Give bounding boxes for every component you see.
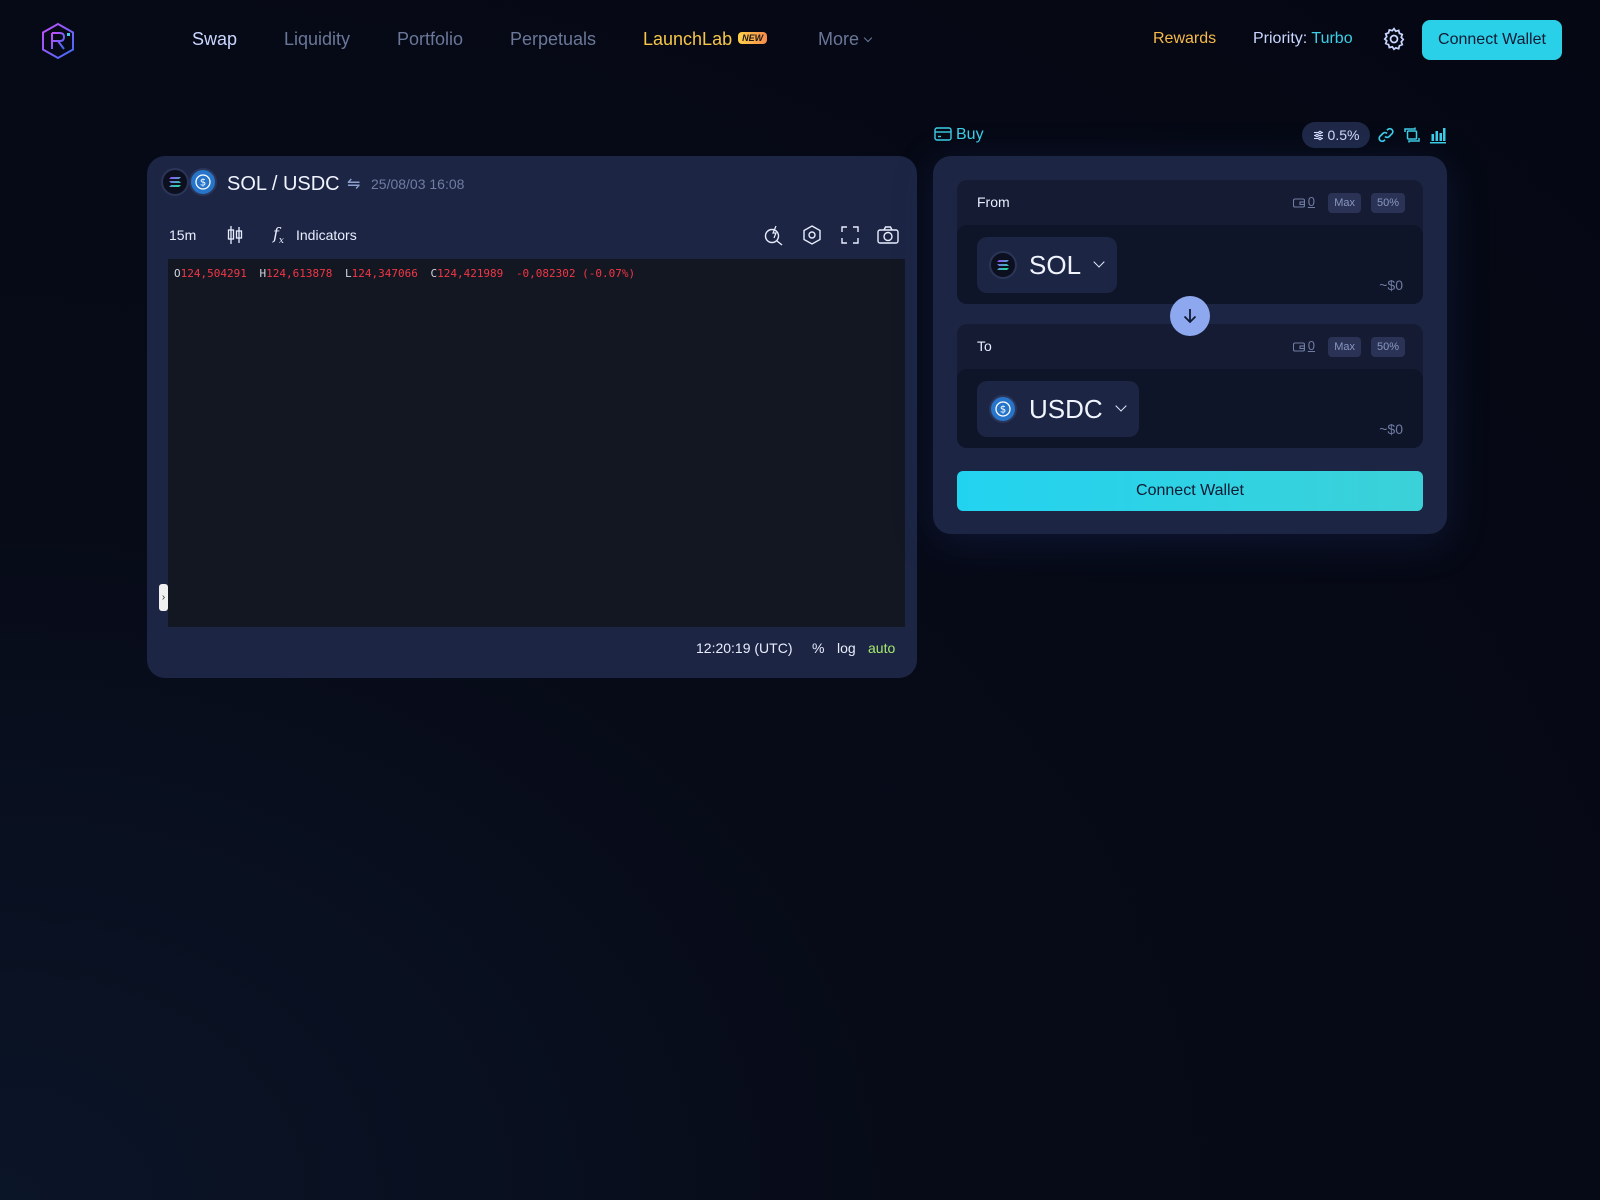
from-input-area[interactable]: SOL ~$0	[957, 225, 1423, 304]
ohlc-open-label: O	[174, 267, 181, 280]
priority-label: Priority:	[1253, 30, 1308, 47]
utc-clock[interactable]: 12:20:19 (UTC)	[696, 640, 792, 656]
arrow-down-icon	[1183, 309, 1197, 324]
interval-selector[interactable]: 15m	[169, 227, 196, 243]
svg-text:$: $	[200, 178, 206, 189]
to-token-box: To 0 Max 50% $ USDC ~$0	[957, 324, 1423, 448]
wallet-icon	[1292, 198, 1305, 208]
from-token-name: SOL	[1029, 249, 1082, 280]
ohlc-change: -0,082302 (-0.07%)	[515, 267, 636, 280]
fullscreen-icon[interactable]	[839, 224, 861, 246]
to-max-button[interactable]: Max	[1328, 337, 1361, 357]
to-token-selector[interactable]: $ USDC	[977, 381, 1139, 437]
sol-token-icon	[161, 168, 189, 196]
to-half-button[interactable]: 50%	[1370, 337, 1405, 357]
chevron-down-icon	[1115, 400, 1127, 412]
fx-icon[interactable]: fx	[273, 224, 284, 246]
swap-pair-icon[interactable]: ⇋	[347, 174, 360, 194]
percent-scale-toggle[interactable]: %	[812, 640, 824, 656]
indicators-button[interactable]: Indicators	[296, 227, 357, 243]
priority-value: Turbo	[1311, 30, 1353, 47]
zoom-icon[interactable]	[763, 224, 785, 246]
bar-chart-icon[interactable]	[1429, 126, 1447, 144]
camera-icon[interactable]	[876, 224, 900, 246]
chevron-down-icon	[1093, 256, 1105, 268]
card-icon	[934, 127, 952, 141]
sliders-icon	[1313, 130, 1323, 141]
to-label: To	[977, 338, 992, 354]
to-input-area[interactable]: $ USDC ~$0	[957, 369, 1423, 448]
chevron-down-icon	[863, 33, 873, 43]
to-token-name: USDC	[1029, 393, 1103, 424]
to-usd-value: ~$0	[1379, 421, 1403, 437]
new-badge: NEW	[738, 32, 768, 45]
connect-wallet-button-top[interactable]: Connect Wallet	[1422, 20, 1562, 60]
ohlc-low-label: L	[344, 267, 352, 280]
ohlc-low: 124,347066	[351, 267, 418, 280]
to-balance-value: 0	[1307, 338, 1315, 353]
usdc-token-icon: $	[989, 395, 1017, 423]
hexagon-settings-icon[interactable]	[801, 224, 823, 246]
nav-launchlab-label: LaunchLab	[643, 29, 733, 49]
ohlc-open: 124,504291	[180, 267, 247, 280]
pair-datetime: 25/08/03 16:08	[371, 176, 465, 192]
nav-swap[interactable]: Swap	[192, 29, 237, 50]
from-balance[interactable]: 0	[1292, 194, 1315, 209]
swap-panel: From 0 Max 50% SOL ~$0 To 0 Max 50% $ US…	[933, 156, 1447, 534]
connect-wallet-button-main[interactable]: Connect Wallet	[957, 471, 1423, 511]
candlestick-icon[interactable]	[226, 224, 244, 246]
log-scale-toggle[interactable]: log	[837, 640, 856, 656]
nav-perpetuals[interactable]: Perpetuals	[510, 29, 596, 50]
pair-title: SOL / USDC	[227, 173, 340, 195]
priority-selector[interactable]: Priority: Turbo	[1253, 30, 1353, 48]
from-token-box: From 0 Max 50% SOL ~$0	[957, 180, 1423, 304]
from-half-button[interactable]: 50%	[1370, 193, 1405, 213]
from-token-selector[interactable]: SOL	[977, 237, 1118, 293]
buy-link[interactable]: Buy	[934, 126, 984, 144]
from-usd-value: ~$0	[1379, 277, 1403, 293]
ohlc-legend: O124,504291 H124,613878 L124,347066 C124…	[174, 267, 635, 280]
ohlc-close: 124,421989	[437, 267, 504, 280]
wallet-icon	[1292, 342, 1305, 352]
buy-label: Buy	[956, 126, 984, 143]
nav-launchlab[interactable]: LaunchLab NEW	[643, 29, 768, 50]
ohlc-high: 124,613878	[266, 267, 333, 280]
slippage-button[interactable]: 0.5%	[1302, 122, 1370, 148]
svg-text:$: $	[1000, 405, 1006, 416]
flip-tokens-button[interactable]	[1170, 296, 1210, 336]
to-balance[interactable]: 0	[1292, 338, 1315, 353]
collapse-handle[interactable]: ›	[159, 584, 168, 611]
raydium-logo-icon[interactable]	[40, 22, 76, 60]
top-navbar: Swap Liquidity Portfolio Perpetuals Laun…	[0, 0, 1600, 80]
from-label: From	[977, 194, 1010, 210]
price-chart-canvas[interactable]: O124,504291 H124,613878 L124,347066 C124…	[168, 259, 905, 627]
nav-more-label: More	[818, 29, 860, 49]
nav-liquidity[interactable]: Liquidity	[284, 29, 350, 50]
nav-portfolio[interactable]: Portfolio	[397, 29, 463, 50]
pair-icons: $	[161, 168, 221, 198]
rewards-link[interactable]: Rewards	[1153, 30, 1216, 48]
link-icon[interactable]	[1377, 126, 1395, 144]
chart-panel: $ SOL / USDC ⇋ 25/08/03 16:08 15m fx Ind…	[147, 156, 917, 678]
slippage-value: 0.5%	[1327, 127, 1360, 143]
refresh-icon[interactable]	[1403, 126, 1421, 144]
from-balance-value: 0	[1307, 194, 1315, 209]
auto-scale-toggle[interactable]: auto	[868, 640, 895, 656]
usdc-token-icon: $	[189, 168, 217, 196]
nav-more[interactable]: More	[818, 29, 873, 50]
from-max-button[interactable]: Max	[1328, 193, 1361, 213]
gear-icon[interactable]	[1381, 26, 1407, 52]
sol-token-icon	[989, 251, 1017, 279]
